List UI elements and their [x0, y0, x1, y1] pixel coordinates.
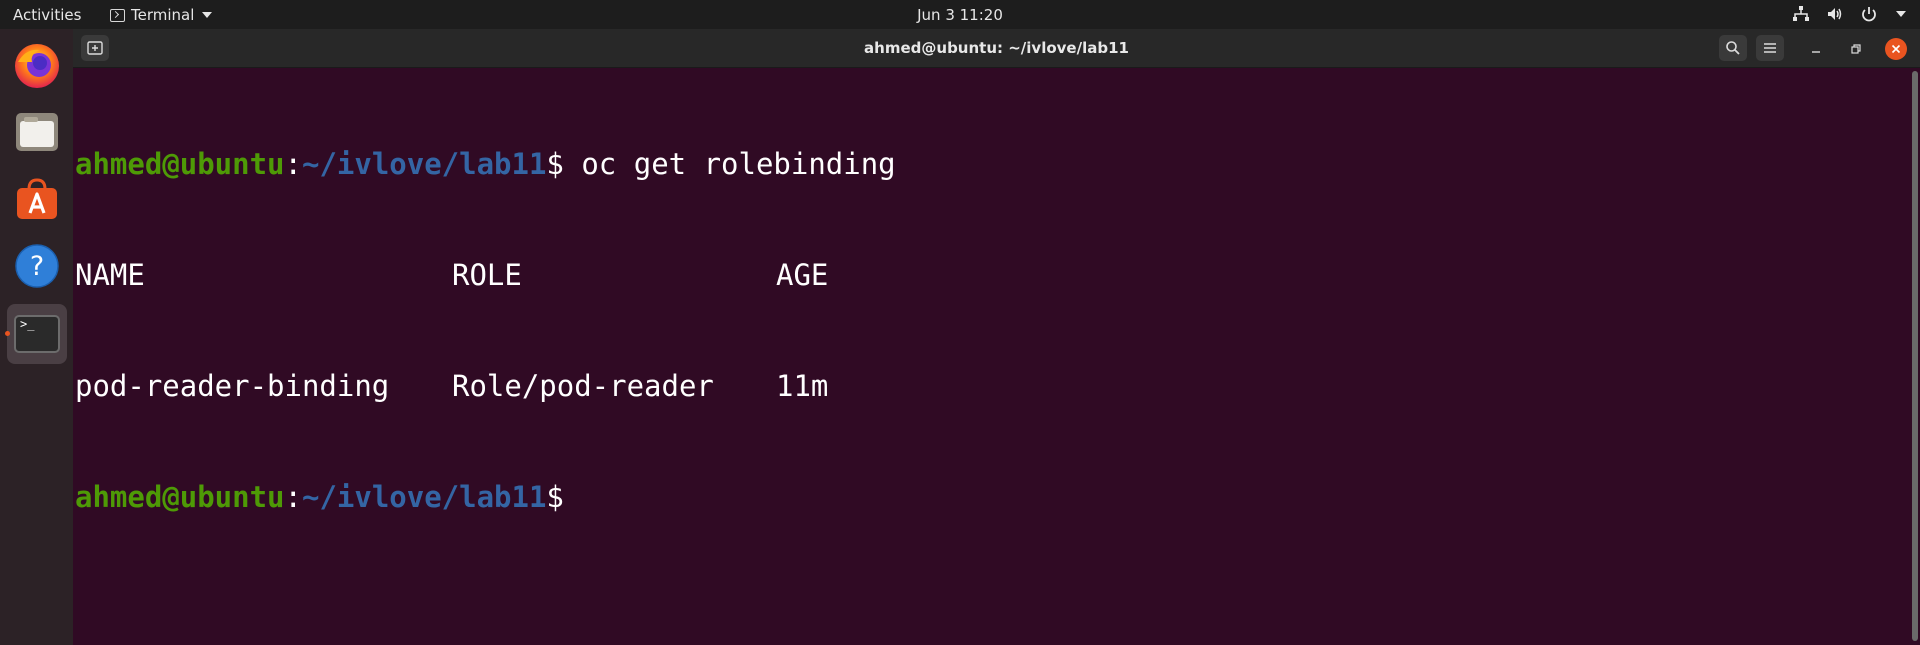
- window-title: ahmed@ubuntu: ~/ivlove/lab11: [864, 39, 1129, 57]
- search-button[interactable]: [1719, 35, 1747, 61]
- dock-item-terminal[interactable]: >_: [5, 304, 67, 364]
- prompt-path: ~/ivlove/lab11: [301, 147, 547, 181]
- terminal-output[interactable]: ahmed@ubuntu:~/ivlove/lab11$ oc get role…: [73, 68, 1911, 645]
- caret-down-icon: [202, 12, 213, 18]
- dock-item-firefox[interactable]: [7, 35, 67, 95]
- cell-age: 11m: [776, 369, 829, 403]
- prompt-separator: :: [284, 147, 302, 181]
- prompt-line: ahmed@ubuntu:~/ivlove/lab11$: [75, 479, 1911, 516]
- close-icon: [1891, 44, 1901, 54]
- search-icon: [1726, 41, 1740, 55]
- top-bar: Activities Terminal Jun 3 11:20: [0, 0, 1920, 29]
- header-age: AGE: [776, 258, 829, 292]
- power-icon[interactable]: [1860, 5, 1878, 23]
- restore-icon: [1851, 44, 1861, 54]
- prompt-user: ahmed@ubuntu: [75, 480, 285, 514]
- app-menu-label: Terminal: [131, 6, 195, 24]
- output-header-row: NAME ROLE AGE: [75, 257, 1911, 294]
- clock[interactable]: Jun 3 11:20: [917, 6, 1003, 24]
- network-icon[interactable]: [1792, 5, 1810, 23]
- command-text: oc get rolebinding: [563, 147, 896, 181]
- prompt-separator: :: [284, 480, 302, 514]
- dock: ? >_: [0, 29, 73, 645]
- new-tab-button[interactable]: [81, 35, 109, 61]
- minimize-button[interactable]: [1805, 38, 1827, 60]
- terminal-glyph: >_: [20, 317, 35, 331]
- header-role: ROLE: [452, 258, 522, 292]
- tray-caret-down-icon[interactable]: [1896, 11, 1906, 17]
- terminal-mini-icon: [110, 8, 125, 22]
- app-menu[interactable]: Terminal: [110, 6, 213, 24]
- cell-name: pod-reader-binding: [75, 369, 390, 403]
- files-icon: [16, 113, 58, 151]
- new-tab-icon: [87, 41, 103, 55]
- firefox-icon: [15, 44, 59, 88]
- prompt-path: ~/ivlove/lab11: [301, 480, 547, 514]
- prompt-user: ahmed@ubuntu: [75, 147, 285, 181]
- title-bar[interactable]: ahmed@ubuntu: ~/ivlove/lab11: [73, 29, 1920, 68]
- volume-icon[interactable]: [1826, 5, 1844, 23]
- dock-item-files[interactable]: [7, 102, 67, 162]
- system-tray[interactable]: [1792, 5, 1906, 23]
- activities-button[interactable]: Activities: [13, 6, 81, 24]
- header-name: NAME: [75, 258, 145, 292]
- scrollbar[interactable]: [1912, 71, 1918, 641]
- restore-button[interactable]: [1845, 38, 1867, 60]
- output-row: pod-reader-binding Role/pod-reader 11m: [75, 368, 1911, 405]
- svg-text:?: ?: [30, 251, 44, 282]
- menu-button[interactable]: [1756, 35, 1784, 61]
- close-button[interactable]: [1885, 38, 1907, 60]
- hamburger-icon: [1764, 43, 1776, 53]
- help-icon: ?: [15, 244, 59, 288]
- running-indicator: [5, 331, 10, 336]
- minimize-icon: [1812, 51, 1820, 53]
- terminal-window: ahmed@ubuntu: ~/ivlove/lab11 ahmed@ubunt…: [73, 29, 1920, 645]
- software-icon: [17, 178, 57, 219]
- prompt-symbol: $: [546, 147, 564, 181]
- dock-item-software[interactable]: [7, 169, 67, 229]
- dock-item-help[interactable]: ?: [7, 236, 67, 296]
- terminal-icon: >_: [14, 315, 60, 353]
- cell-role: Role/pod-reader: [452, 369, 714, 403]
- prompt-symbol: $: [546, 480, 564, 514]
- command-line: ahmed@ubuntu:~/ivlove/lab11$ oc get role…: [75, 146, 1911, 183]
